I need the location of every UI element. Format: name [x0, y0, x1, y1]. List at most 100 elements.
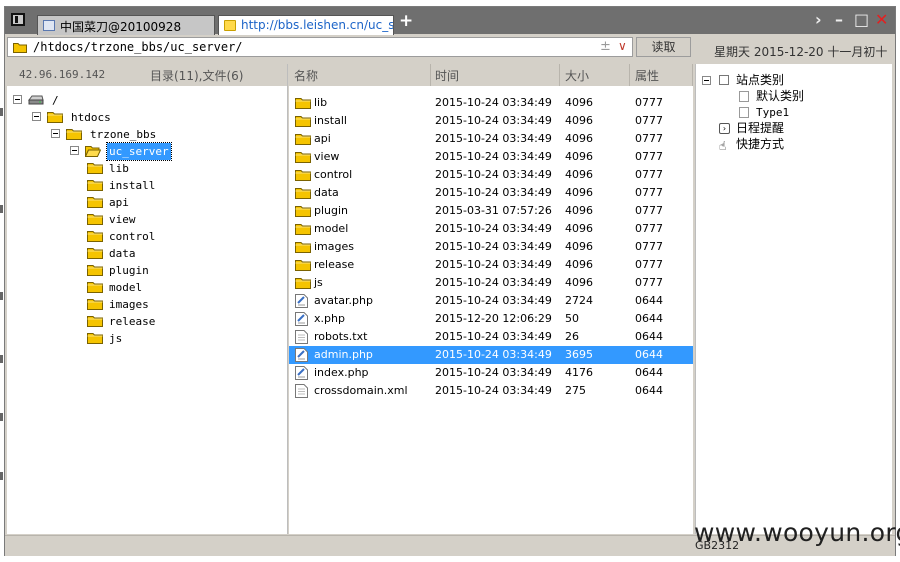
drive-icon [28, 94, 44, 106]
watermark: www.wooyun.org [694, 518, 900, 547]
file-row[interactable]: avatar.php 2015-10-24 03:34:49 2724 0644 [289, 292, 693, 310]
column-size[interactable]: 大小 [565, 67, 589, 84]
collapse-icon[interactable] [13, 95, 22, 104]
php-file-icon [295, 294, 308, 308]
page-icon [739, 91, 749, 102]
file-list-header: 名称 时间 大小 属性 [289, 64, 693, 86]
tree-node-label: install [109, 179, 156, 192]
file-row[interactable]: x.php 2015-12-20 12:06:29 50 0644 [289, 310, 693, 328]
file-size: 2724 [565, 294, 593, 307]
date-display: 星期天 2015-12-20 十一月初十 [714, 45, 888, 59]
file-row[interactable]: view 2015-10-24 03:34:49 4096 0777 [289, 148, 693, 166]
folder-icon [224, 20, 236, 31]
file-attr: 0644 [635, 348, 663, 361]
file-row[interactable]: install 2015-10-24 03:34:49 4096 0777 [289, 112, 693, 130]
file-time: 2015-10-24 03:34:49 [435, 114, 552, 127]
file-time: 2015-10-24 03:34:49 [435, 366, 552, 379]
file-size: 4176 [565, 366, 593, 379]
folder-icon [13, 42, 27, 56]
file-time: 2015-10-24 03:34:49 [435, 186, 552, 199]
tree-node-label: uc_server [106, 142, 172, 161]
edge-artifact [0, 472, 3, 480]
tree-node-label: images [109, 298, 149, 311]
file-name: release [314, 258, 355, 271]
file-size: 4096 [565, 240, 593, 253]
app-window: 中国菜刀@20100928 http://bbs.leishen.cn/uc_s… [4, 6, 896, 556]
edge-artifact [0, 205, 3, 213]
text-file-icon [295, 330, 308, 344]
folder-icon [295, 169, 311, 181]
path-input[interactable]: /htdocs/trzone_bbs/uc_server/ ± ∨ [7, 37, 633, 57]
column-name[interactable]: 名称 [294, 67, 318, 84]
minimize-button[interactable]: – [835, 10, 843, 29]
collapse-icon[interactable] [51, 129, 60, 138]
maximize-button[interactable]: □ [854, 10, 869, 29]
file-name: images [314, 240, 354, 253]
tab-chinachopper[interactable]: 中国菜刀@20100928 [37, 15, 215, 35]
file-row[interactable]: admin.php 2015-10-24 03:34:49 3695 0644 [289, 346, 693, 364]
file-time: 2015-10-24 03:34:49 [435, 258, 552, 271]
column-attr[interactable]: 属性 [635, 67, 659, 84]
file-row[interactable]: js 2015-10-24 03:34:49 4096 0777 [289, 274, 693, 292]
folder-icon [87, 196, 103, 208]
read-button[interactable]: 读取 [636, 37, 691, 57]
window-menu-icon[interactable] [11, 13, 25, 26]
file-row[interactable]: data 2015-10-24 03:34:49 4096 0777 [289, 184, 693, 202]
text-file-icon [295, 384, 308, 398]
file-row[interactable]: control 2015-10-24 03:34:49 4096 0777 [289, 166, 693, 184]
file-time: 2015-10-24 03:34:49 [435, 330, 552, 343]
file-size: 3695 [565, 348, 593, 361]
file-row[interactable]: api 2015-10-24 03:34:49 4096 0777 [289, 130, 693, 148]
collapse-icon[interactable] [702, 76, 711, 85]
file-attr: 0644 [635, 294, 663, 307]
file-row[interactable]: plugin 2015-03-31 07:57:26 4096 0777 [289, 202, 693, 220]
more-chevron-icon[interactable]: › [815, 10, 822, 29]
file-row[interactable]: crossdomain.xml 2015-10-24 03:34:49 275 064… [289, 382, 693, 400]
file-attr: 0777 [635, 222, 663, 235]
file-attr: 0777 [635, 204, 663, 217]
file-attr: 0777 [635, 132, 663, 145]
file-row[interactable]: robots.txt 2015-10-24 03:34:49 26 0644 [289, 328, 693, 346]
tree-node-label: view [109, 213, 136, 226]
file-row[interactable]: index.php 2015-10-24 03:34:49 4176 0644 [289, 364, 693, 382]
file-size: 4096 [565, 132, 593, 145]
file-attr: 0777 [635, 114, 663, 127]
close-button[interactable]: ✕ [875, 10, 888, 29]
collapse-icon[interactable] [32, 112, 41, 121]
file-size: 4096 [565, 222, 593, 235]
column-time[interactable]: 时间 [435, 67, 459, 84]
folder-icon [295, 97, 311, 109]
collapse-icon[interactable] [70, 146, 79, 155]
tab-site-url[interactable]: http://bbs.leishen.cn/uc_serv... [218, 15, 394, 35]
folder-icon [295, 205, 311, 217]
file-attr: 0777 [635, 96, 663, 109]
file-attr: 0777 [635, 240, 663, 253]
plusminus-icon[interactable]: ± [600, 39, 611, 54]
tree-node-label: api [109, 196, 129, 209]
file-row[interactable]: release 2015-10-24 03:34:49 4096 0777 [289, 256, 693, 274]
directory-tree-pane: 42.96.169.142 目录(11),文件(6) / htdocs trzone… [7, 64, 288, 534]
file-name: avatar.php [314, 294, 373, 307]
file-size: 26 [565, 330, 579, 343]
file-row[interactable]: model 2015-10-24 03:34:49 4096 0777 [289, 220, 693, 238]
shortcuts-label: 快捷方式 [736, 137, 785, 151]
folder-icon [295, 241, 311, 253]
type1-label: Type1 [756, 106, 790, 119]
schedule-icon: › [719, 123, 730, 134]
file-row[interactable]: images 2015-10-24 03:34:49 4096 0777 [289, 238, 693, 256]
tree-node-label: data [109, 247, 136, 260]
folder-icon [47, 111, 63, 123]
tree-node-label: / [52, 94, 59, 107]
file-list-pane: 名称 时间 大小 属性 lib 2015-10-24 03:34:49 4096 07… [289, 64, 693, 534]
file-name: data [314, 186, 339, 199]
tree-node-label: plugin [109, 264, 149, 277]
php-file-icon [295, 366, 308, 380]
dropdown-chevron-icon[interactable]: ∨ [618, 39, 627, 53]
file-row[interactable]: lib 2015-10-24 03:34:49 4096 0777 [289, 94, 693, 112]
file-name: plugin [314, 204, 349, 217]
checkbox-icon[interactable] [719, 75, 729, 85]
file-size: 4096 [565, 186, 593, 199]
file-size: 4096 [565, 150, 593, 163]
folder-icon [295, 223, 311, 235]
new-tab-button[interactable]: + [399, 11, 413, 31]
